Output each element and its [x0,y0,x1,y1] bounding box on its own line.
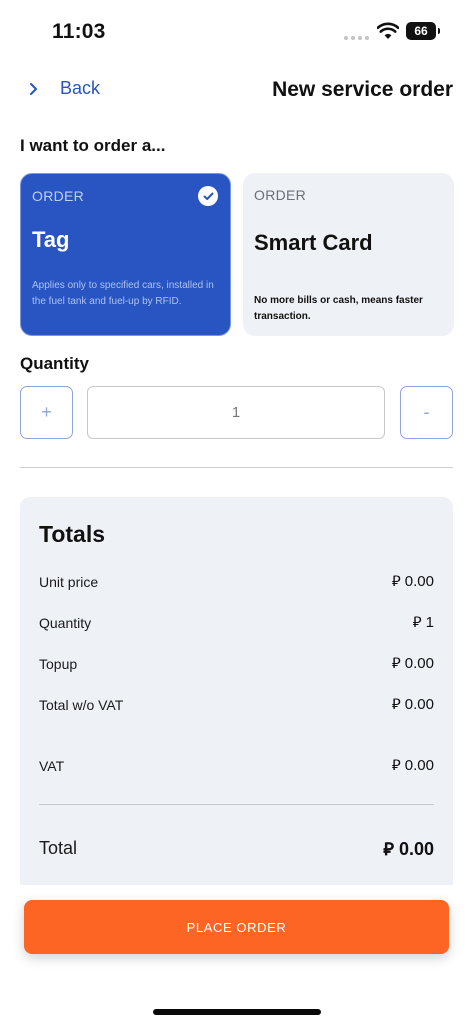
row-value: ⃁ 0.00 [391,757,434,774]
totals-title: Totals [39,521,106,547]
card-kicker: ORDER [254,187,307,203]
chevron-right-icon [30,82,37,95]
totals-panel: Totals Unit price ⃁ 0.00 Quantity ⃁ 1 To… [20,497,453,885]
quantity-increase-button[interactable]: + [20,386,73,439]
total-label: Total [39,838,78,858]
quantity-input[interactable] [87,386,385,439]
cellular-signal-icon [344,36,369,40]
order-option-tag[interactable]: ORDER Tag Applies only to specified cars… [20,173,231,336]
row-value: ⃁ 0.00 [391,573,434,590]
totals-divider [39,804,434,805]
status-time: 11:03 [52,20,106,43]
card-name: Smart Card [254,230,373,255]
page-title: New service order [272,78,453,101]
quantity-decrease-button[interactable]: - [400,386,453,439]
checkmark-icon [198,186,218,206]
row-label: Total w/o VAT [39,696,124,713]
quantity-heading: Quantity [20,354,89,373]
card-description: Applies only to specified cars, installe… [32,280,214,307]
place-order-button[interactable]: PLACE ORDER [24,900,449,954]
home-indicator[interactable] [153,1009,321,1015]
battery-icon: 66 [406,22,440,40]
totals-row-topup: Topup ⃁ 0.00 [39,654,434,673]
row-label: Quantity [39,614,92,631]
totals-row-total-without-vat: Total w/o VAT ⃁ 0.00 [39,695,434,714]
back-label: Back [60,78,101,98]
order-option-smart-card[interactable]: ORDER Smart Card No more bills or cash, … [243,173,454,336]
row-label: VAT [39,757,65,774]
totals-row-unit-price: Unit price ⃁ 0.00 [39,572,434,591]
totals-row-grand-total: Total ⃁ 0.00 [39,837,434,860]
card-kicker: ORDER [32,188,85,204]
status-bar: 11:03 66 [0,0,473,60]
total-value: ⃁ 0.00 [383,839,434,859]
row-label: Topup [39,655,78,672]
order-type-heading: I want to order a... [20,136,166,155]
section-divider [20,467,453,468]
card-description: No more bills or cash, means faster tran… [254,295,423,322]
totals-row-vat: VAT ⃁ 0.00 [39,756,434,775]
back-button[interactable]: Back [26,78,100,99]
row-value: ⃁ 0.00 [391,696,434,713]
totals-row-quantity: Quantity ⃁ 1 [39,613,434,632]
card-name: Tag [32,227,70,252]
row-label: Unit price [39,573,99,590]
row-value: ⃁ 1 [412,614,434,631]
row-value: ⃁ 0.00 [391,655,434,672]
wifi-icon [377,22,399,39]
